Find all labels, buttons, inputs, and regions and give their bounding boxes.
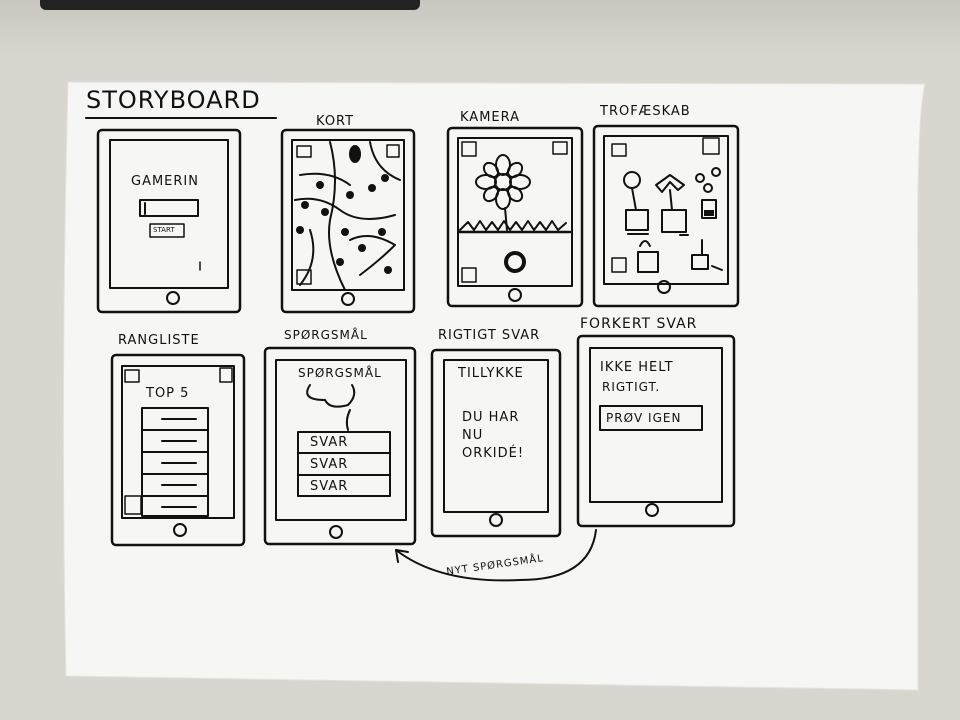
map-pin [349, 145, 361, 163]
storyboard-sheet [62, 81, 926, 691]
paper-sheet [62, 81, 926, 691]
